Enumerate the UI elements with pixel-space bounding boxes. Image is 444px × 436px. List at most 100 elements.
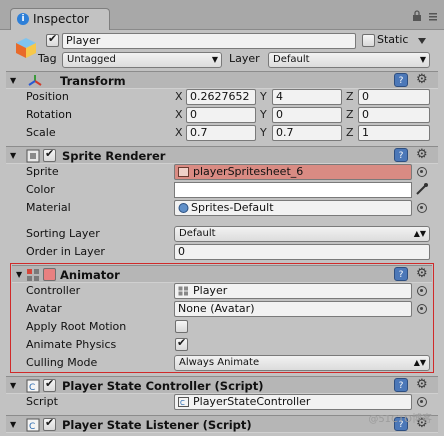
material-label: Material [26,201,71,214]
chevron-down-icon[interactable] [418,38,426,44]
layer-value: Default [273,54,310,65]
apply-root-motion-checkbox[interactable] [175,320,188,333]
position-x-field[interactable]: 0.2627652 [186,89,256,105]
watermark: @51CTO博客 [368,414,432,425]
scale-z-field[interactable]: 1 [358,125,430,141]
gear-icon[interactable]: ⚙ [416,73,428,87]
animator-controller-icon [178,286,188,296]
help-icon[interactable]: ? [394,267,408,281]
script-field[interactable]: C PlayerStateController [174,394,412,410]
object-picker-icon[interactable] [417,203,427,213]
active-checkbox[interactable] [46,32,59,47]
position-y-field[interactable]: 4 [272,89,342,105]
culling-mode-dropdown[interactable]: Always Animate ▲▼ [174,355,430,371]
sprite-value: playerSpritesheet_6 [193,165,304,178]
svg-text:C: C [180,399,185,407]
material-field[interactable]: Sprites-Default [174,200,412,216]
material-sphere-icon [178,203,189,213]
gear-icon[interactable]: ⚙ [416,267,428,281]
rotation-y-field[interactable]: 0 [272,107,342,123]
layer-dropdown[interactable]: Default ▼ [268,52,430,68]
foldout-arrow-icon[interactable]: ▼ [10,420,16,429]
material-value: Sprites-Default [191,201,274,214]
animator-enabled-checkbox[interactable] [43,268,56,281]
info-icon: i [17,13,29,25]
controller-value: Player [193,284,228,297]
dropdown-arrow-icon: ▲▼ [413,358,426,367]
lock-icon[interactable] [412,10,422,22]
sprite-renderer-title: Sprite Renderer [62,149,166,163]
foldout-arrow-icon[interactable]: ▼ [10,76,16,85]
gameobject-icon [16,38,36,58]
object-picker-icon[interactable] [417,167,427,177]
color-label: Color [26,183,55,196]
dropdown-arrow-icon: ▼ [419,55,426,64]
order-in-layer-label: Order in Layer [26,245,105,258]
avatar-label: Avatar [26,302,62,315]
eyedropper-icon[interactable] [415,182,429,196]
rotation-x-field[interactable]: 0 [186,107,256,123]
object-picker-icon[interactable] [417,397,427,407]
z-axis-label: Z [346,90,354,103]
sprite-label: Sprite [26,165,59,178]
state-listener-enabled-checkbox[interactable] [43,416,56,431]
order-in-layer-field[interactable]: 0 [174,244,430,260]
sprite-icon [178,167,189,177]
controller-field[interactable]: Player [174,283,412,299]
state-controller-enabled-checkbox[interactable] [43,377,56,392]
foldout-arrow-icon[interactable]: ▼ [10,381,16,390]
state-listener-title: Player State Listener (Script) [62,418,252,432]
csharp-script-icon: C [26,418,40,432]
animator-header[interactable]: ▼ Animator ? ⚙ [12,265,432,283]
transform-header[interactable]: ▼ Transform ? ⚙ [6,71,438,89]
gear-icon[interactable]: ⚙ [416,378,428,392]
animator-title: Animator [60,268,120,282]
foldout-arrow-icon[interactable]: ▼ [10,151,16,160]
position-z-field[interactable]: 0 [358,89,430,105]
animator-icon [27,269,39,281]
animate-physics-checkbox[interactable] [175,336,188,351]
avatar-field[interactable]: None (Avatar) [174,301,412,317]
x-axis-label: X [175,126,183,139]
tag-value: Untagged [67,54,116,65]
svg-text:C: C [29,422,35,432]
scale-label: Scale [26,126,56,139]
csharp-script-icon: C [178,397,189,407]
apply-root-motion-label: Apply Root Motion [26,320,127,333]
object-picker-icon[interactable] [417,286,427,296]
y-axis-label: Y [260,108,267,121]
name-field[interactable]: Player [62,33,356,49]
controller-label: Controller [26,284,81,297]
scale-x-field[interactable]: 0.7 [186,125,256,141]
sorting-layer-label: Sorting Layer [26,227,100,240]
tab-label: Inspector [33,12,89,26]
script-value: PlayerStateController [193,395,311,408]
help-icon[interactable]: ? [394,148,408,162]
color-swatch[interactable] [174,182,412,198]
rotation-z-field[interactable]: 0 [358,107,430,123]
z-axis-label: Z [346,126,354,139]
tab-bar: i Inspector [0,0,444,30]
foldout-arrow-icon[interactable]: ▼ [16,270,22,279]
sprite-renderer-icon [26,149,40,163]
gear-icon[interactable]: ⚙ [416,148,428,162]
sprite-field[interactable]: playerSpritesheet_6 [174,164,412,180]
sprite-renderer-header[interactable]: ▼ Sprite Renderer ? ⚙ [6,146,438,164]
culling-mode-label: Culling Mode [26,356,98,369]
sorting-layer-dropdown[interactable]: Default ▲▼ [174,226,430,242]
tab-inspector[interactable]: i Inspector [10,8,110,30]
help-icon[interactable]: ? [394,73,408,87]
static-label: Static [377,33,409,46]
tag-dropdown[interactable]: Untagged ▼ [62,52,222,68]
transform-icon [28,75,42,86]
x-axis-label: X [175,108,183,121]
menu-icon[interactable] [428,10,438,22]
svg-text:C: C [29,383,35,393]
sprite-renderer-enabled-checkbox[interactable] [43,147,56,162]
static-checkbox[interactable] [362,34,375,47]
scale-y-field[interactable]: 0.7 [272,125,342,141]
state-controller-header[interactable]: ▼ C Player State Controller (Script) ? ⚙ [6,376,438,394]
help-icon[interactable]: ? [394,378,408,392]
object-picker-icon[interactable] [417,304,427,314]
y-axis-label: Y [260,126,267,139]
